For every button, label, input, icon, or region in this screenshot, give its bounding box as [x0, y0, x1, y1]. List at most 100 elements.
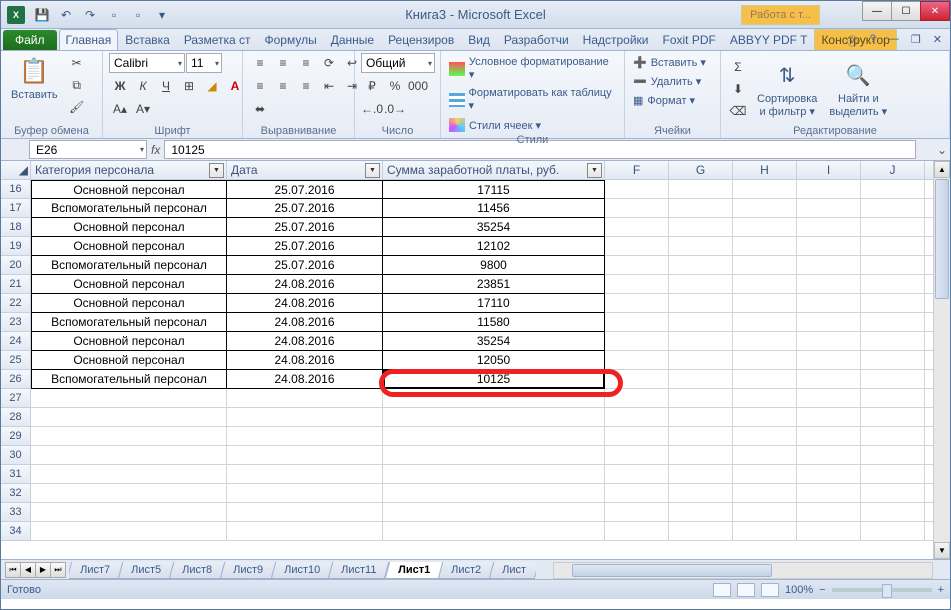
fill-color-button[interactable]: ◢: [201, 76, 223, 96]
cell[interactable]: 24.08.2016: [227, 332, 383, 351]
cell[interactable]: Основной персонал: [31, 294, 227, 313]
font-size-combo[interactable]: 11: [186, 53, 222, 73]
column-header[interactable]: Сумма заработной платы, руб.▼: [383, 161, 605, 180]
clear-button[interactable]: ⌫: [727, 101, 749, 121]
column-header[interactable]: G: [669, 161, 733, 180]
normal-view-button[interactable]: [713, 583, 731, 597]
cell[interactable]: [227, 389, 383, 408]
cell[interactable]: [383, 446, 605, 465]
select-all-corner[interactable]: ◢: [1, 161, 31, 180]
file-tab[interactable]: Файл: [3, 30, 57, 50]
cell[interactable]: [669, 522, 733, 541]
cell[interactable]: [669, 313, 733, 332]
cell[interactable]: [669, 199, 733, 218]
row-header[interactable]: 19: [1, 237, 31, 256]
cell[interactable]: [227, 408, 383, 427]
row-header[interactable]: 26: [1, 370, 31, 389]
align-middle-button[interactable]: ≡: [272, 53, 294, 73]
cell[interactable]: [605, 275, 669, 294]
cell[interactable]: [669, 503, 733, 522]
cell[interactable]: [605, 218, 669, 237]
conditional-formatting-button[interactable]: Условное форматирование ▾: [447, 55, 618, 82]
cell[interactable]: [31, 522, 227, 541]
cell[interactable]: [669, 256, 733, 275]
cell[interactable]: [733, 427, 797, 446]
sheet-tab[interactable]: Лист1: [384, 562, 443, 579]
cell[interactable]: [605, 256, 669, 275]
column-header[interactable]: H: [733, 161, 797, 180]
scroll-down-icon[interactable]: ▼: [934, 542, 950, 559]
cell[interactable]: [797, 465, 861, 484]
cell[interactable]: [733, 218, 797, 237]
format-as-table-button[interactable]: Форматировать как таблицу ▾: [447, 86, 618, 113]
row-header[interactable]: 34: [1, 522, 31, 541]
cell[interactable]: [733, 275, 797, 294]
decrease-indent-button[interactable]: ⇤: [318, 76, 340, 96]
sheet-tab[interactable]: Лист5: [118, 562, 175, 579]
cell[interactable]: [797, 199, 861, 218]
align-bottom-button[interactable]: ≡: [295, 53, 317, 73]
cell[interactable]: [669, 351, 733, 370]
cell[interactable]: 24.08.2016: [227, 370, 383, 389]
cell[interactable]: [797, 408, 861, 427]
cell[interactable]: [227, 503, 383, 522]
cell[interactable]: [861, 199, 925, 218]
tab-formulas[interactable]: Формулы: [258, 29, 324, 50]
row-header[interactable]: 30: [1, 446, 31, 465]
cell[interactable]: [669, 370, 733, 389]
sheet-nav-last-icon[interactable]: ⏭: [50, 562, 66, 578]
cell[interactable]: [861, 180, 925, 199]
cell[interactable]: [861, 313, 925, 332]
cell[interactable]: 24.08.2016: [227, 294, 383, 313]
underline-button[interactable]: Ч: [155, 76, 177, 96]
cell[interactable]: 9800: [383, 256, 605, 275]
cell[interactable]: Вспомогательный персонал: [31, 199, 227, 218]
cell[interactable]: [605, 427, 669, 446]
row-header[interactable]: 32: [1, 484, 31, 503]
cell[interactable]: [31, 465, 227, 484]
fx-button[interactable]: fx: [151, 143, 160, 157]
filter-dropdown-icon[interactable]: ▼: [365, 163, 380, 178]
cell[interactable]: [733, 237, 797, 256]
copy-icon[interactable]: ⧉: [66, 75, 88, 95]
tab-addins[interactable]: Надстройки: [576, 29, 656, 50]
row-header[interactable]: 33: [1, 503, 31, 522]
format-cells-button[interactable]: ▦Формат ▾: [631, 93, 697, 108]
decrease-decimal-button[interactable]: .0→: [384, 99, 406, 119]
cell-styles-button[interactable]: Стили ячеек ▾: [447, 117, 543, 133]
cell[interactable]: [861, 237, 925, 256]
cell[interactable]: [605, 408, 669, 427]
cell[interactable]: 24.08.2016: [227, 275, 383, 294]
cell[interactable]: [733, 465, 797, 484]
close-button[interactable]: ✕: [920, 1, 950, 21]
sheet-tab[interactable]: Лист10: [271, 562, 334, 579]
column-header[interactable]: Дата▼: [227, 161, 383, 180]
cell[interactable]: [797, 427, 861, 446]
cell[interactable]: [861, 218, 925, 237]
cell[interactable]: 12102: [383, 237, 605, 256]
redo-icon[interactable]: ↷: [79, 5, 101, 25]
qat-btn[interactable]: ▫: [103, 5, 125, 25]
cell[interactable]: [669, 275, 733, 294]
cell[interactable]: Вспомогательный персонал: [31, 256, 227, 275]
cell[interactable]: [861, 522, 925, 541]
sheet-nav-next-icon[interactable]: ▶: [35, 562, 51, 578]
cell[interactable]: [797, 275, 861, 294]
cell[interactable]: [797, 503, 861, 522]
border-button[interactable]: ⊞: [178, 76, 200, 96]
tab-view[interactable]: Вид: [461, 29, 497, 50]
zoom-out-button[interactable]: −: [819, 584, 825, 596]
filter-dropdown-icon[interactable]: ▼: [587, 163, 602, 178]
cell[interactable]: [861, 332, 925, 351]
cut-icon[interactable]: ✂: [66, 53, 88, 73]
tab-layout[interactable]: Разметка ст: [177, 29, 258, 50]
cell[interactable]: [383, 408, 605, 427]
cell[interactable]: [31, 427, 227, 446]
italic-button[interactable]: К: [132, 76, 154, 96]
merge-button[interactable]: ⬌: [249, 99, 271, 119]
row-header[interactable]: 18: [1, 218, 31, 237]
qat-dropdown-icon[interactable]: ▾: [151, 5, 173, 25]
cell[interactable]: [733, 484, 797, 503]
cell[interactable]: [861, 484, 925, 503]
zoom-slider[interactable]: [832, 588, 932, 592]
